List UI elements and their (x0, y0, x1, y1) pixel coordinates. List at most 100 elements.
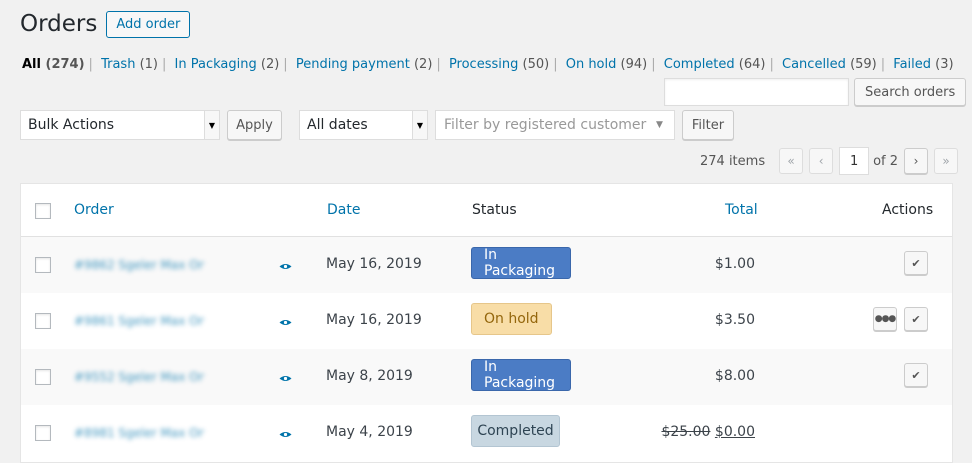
select-all-checkbox[interactable] (35, 203, 51, 219)
column-order[interactable]: Order (74, 202, 114, 218)
filter-label: Processing (448, 57, 519, 72)
order-date: May 8, 2019 (326, 368, 413, 384)
original-total: $25.00 (661, 424, 711, 440)
dates-select[interactable]: All dates ▼ (299, 110, 428, 140)
total-pages: of 2 (873, 153, 899, 169)
apply-button[interactable]: Apply (227, 110, 282, 140)
search-input[interactable] (664, 78, 849, 106)
column-status: Status (472, 202, 517, 218)
filter-in-packaging[interactable]: In Packaging (2) (175, 57, 280, 72)
filter-trash[interactable]: Trash (1) (101, 57, 158, 72)
table-row: #9862 Sgeler Max One May 16, 2019 In Pac… (21, 237, 952, 293)
eye-icon[interactable] (279, 263, 292, 270)
filter-cancelled[interactable]: Cancelled (59) (782, 57, 877, 72)
search-orders-button[interactable]: Search orders (854, 78, 967, 106)
complete-action-button[interactable]: ✔ (904, 251, 928, 275)
eye-icon[interactable] (279, 431, 292, 438)
order-date: May 16, 2019 (326, 312, 422, 328)
customer-filter-placeholder: Filter by registered customer (444, 117, 647, 133)
filter-label: Pending payment (295, 57, 410, 72)
current-page-input[interactable]: 1 (839, 147, 870, 175)
order-total: $1.00 (714, 256, 755, 272)
filter-completed[interactable]: Completed (64) (664, 57, 766, 72)
order-total: $8.00 (714, 368, 755, 384)
filter-failed[interactable]: Failed (3) (893, 57, 953, 72)
column-actions: Actions (882, 202, 934, 218)
filter-button[interactable]: Filter (682, 110, 734, 140)
filter-count: (59) (850, 57, 877, 72)
orders-table: Order Date Status Total Actions #9862 Sg… (20, 183, 953, 463)
separator: | (553, 57, 558, 72)
status-filter-links: All (274) | Trash (1) | In Packaging (2) | … (22, 57, 954, 72)
customer-filter-select[interactable]: Filter by registered customer ▼ (435, 110, 675, 140)
dropdown-arrow-icon: ▼ (204, 111, 219, 139)
bulk-actions-select[interactable]: Bulk Actions ▼ (20, 110, 220, 140)
separator: | (88, 57, 93, 72)
separator: | (162, 57, 167, 72)
separator: | (769, 57, 774, 72)
order-link[interactable]: #9862 Sgeler Max One (74, 258, 204, 272)
page-title: Orders (20, 11, 98, 37)
last-page-button[interactable]: » (934, 148, 959, 174)
page-header: Orders Add order (20, 9, 191, 39)
column-total[interactable]: Total (725, 202, 758, 218)
table-row: #8981 Sgeler Max One May 4, 2019 Complet… (21, 405, 952, 461)
check-icon: ✔ (911, 368, 921, 382)
order-link[interactable]: #9861 Sgeler Max One (74, 314, 204, 328)
bulk-actions-value: Bulk Actions (28, 117, 115, 133)
order-total: $25.00 $0.00 (661, 424, 755, 440)
next-page-button[interactable]: › (904, 148, 929, 174)
first-page-button[interactable]: « (779, 148, 804, 174)
status-badge: On hold (471, 303, 552, 335)
status-badge: In Packaging (471, 359, 571, 391)
order-total: $3.50 (714, 312, 755, 328)
filter-label: Failed (893, 57, 932, 72)
filter-on-hold[interactable]: On hold (94) (566, 57, 648, 72)
filter-count: (2) (260, 57, 280, 72)
ellipsis-icon: ●●● (874, 314, 897, 324)
filter-label: Cancelled (782, 57, 846, 72)
row-checkbox[interactable] (35, 257, 51, 273)
row-checkbox[interactable] (35, 425, 51, 441)
eye-icon[interactable] (279, 375, 292, 382)
filter-count: (1) (139, 57, 158, 72)
prev-page-button[interactable]: ‹ (809, 148, 834, 174)
separator: | (283, 57, 288, 72)
eye-icon[interactable] (279, 319, 292, 326)
filter-all[interactable]: All (274) (22, 57, 85, 72)
dropdown-arrow-icon: ▼ (412, 111, 427, 139)
filter-count: (274) (45, 57, 85, 72)
separator: | (651, 57, 656, 72)
filter-label: All (22, 57, 41, 72)
row-checkbox[interactable] (35, 313, 51, 329)
filter-count: (2) (413, 57, 433, 72)
processing-action-button[interactable]: ●●● (873, 307, 897, 331)
check-icon: ✔ (911, 312, 921, 326)
order-link[interactable]: #9552 Sgeler Max One (74, 370, 204, 384)
filter-label: On hold (565, 57, 617, 72)
separator: | (436, 57, 441, 72)
dates-value: All dates (307, 117, 368, 133)
table-row: #9552 Sgeler Max One May 8, 2019 In Pack… (21, 349, 952, 405)
check-icon: ✔ (911, 256, 921, 270)
row-checkbox[interactable] (35, 369, 51, 385)
filter-label: Trash (101, 57, 136, 72)
order-date: May 4, 2019 (326, 424, 413, 440)
filter-processing[interactable]: Processing (50) (449, 57, 549, 72)
add-order-button[interactable]: Add order (106, 10, 191, 38)
filter-count: (50) (522, 57, 550, 72)
table-header: Order Date Status Total Actions (21, 184, 952, 237)
status-badge: In Packaging (471, 247, 571, 279)
table-row: #9861 Sgeler Max One May 16, 2019 On hol… (21, 293, 952, 349)
order-date: May 16, 2019 (326, 256, 422, 272)
filter-pending-payment[interactable]: Pending payment (2) (296, 57, 433, 72)
filter-label: Completed (663, 57, 735, 72)
column-date[interactable]: Date (327, 202, 360, 218)
order-link[interactable]: #8981 Sgeler Max One (74, 426, 204, 440)
items-count: 274 items (700, 153, 766, 169)
filter-label: In Packaging (174, 57, 257, 72)
filter-count: (64) (738, 57, 766, 72)
filter-count: (94) (620, 57, 648, 72)
complete-action-button[interactable]: ✔ (904, 363, 928, 387)
complete-action-button[interactable]: ✔ (904, 307, 928, 331)
